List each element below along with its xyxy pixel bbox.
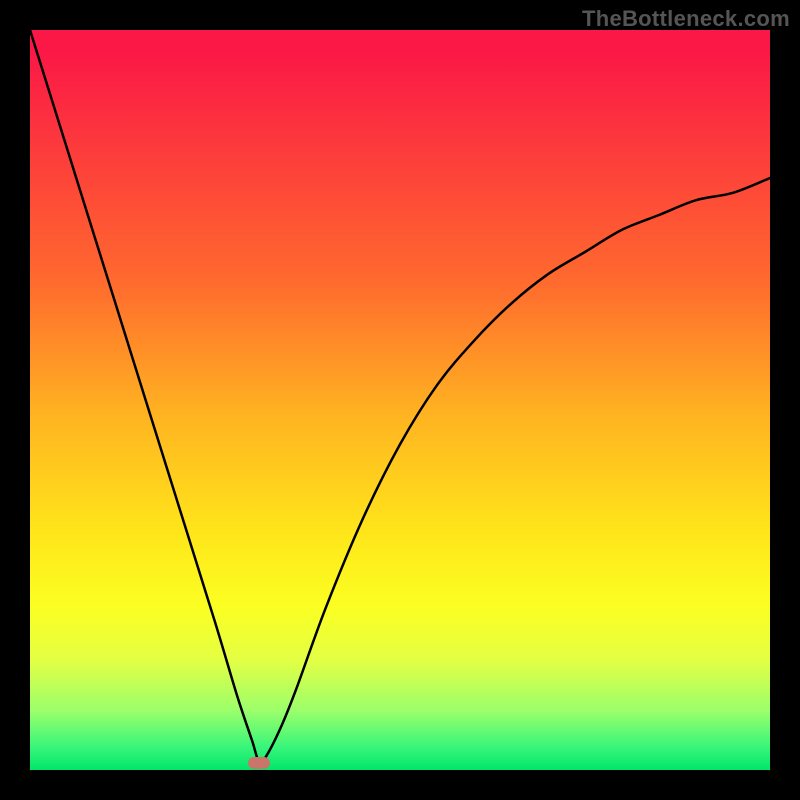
optimum-marker [248,757,270,769]
watermark-text: TheBottleneck.com [582,6,790,32]
plot-area [30,30,770,770]
chart-frame: TheBottleneck.com [0,0,800,800]
bottleneck-curve [30,30,770,770]
